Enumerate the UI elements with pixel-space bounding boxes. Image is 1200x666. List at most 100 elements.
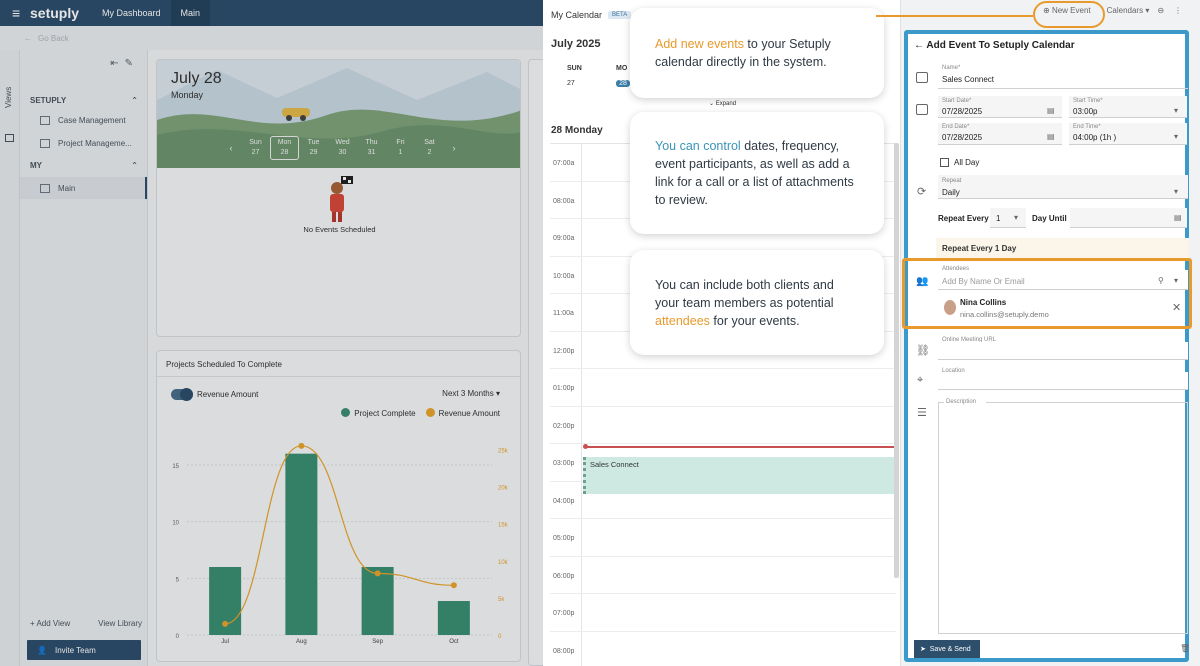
week-strip: ‹ Sun 27 Mon 28 Tue 29 Wed 30 Thu 31 Fri 1 Sat 2 › [221,136,464,160]
y-tick-label-right: 15k [498,523,509,529]
sidebar-item-project-management[interactable]: Project Manageme... [20,132,147,154]
tab-main[interactable]: Main [170,0,211,26]
project-icon [40,138,50,148]
more-icon[interactable]: ⋮ [1174,6,1182,15]
sidebar-controls: ⇤✎ [110,58,139,69]
tooltip-control: You can control dates, frequency, event … [630,112,884,234]
arrow-left-icon[interactable]: ← [914,40,924,51]
y-tick-label-right: 25k [498,449,509,455]
chevron-right-icon[interactable]: › [444,143,464,153]
sidebar-footer: + Add View View Library [30,619,142,628]
week-day-wed[interactable]: Wed 30 [328,138,357,158]
revenue-point [222,620,229,627]
date-cell[interactable]: 27 [567,80,616,87]
hour-label: 06:00p [553,572,575,580]
date-cell-selected[interactable]: 28 [616,80,630,87]
date-picker-icon[interactable]: ▤ [1047,106,1055,115]
grid-icon [40,183,50,193]
chevron-up-icon[interactable]: ⌃ [131,96,138,105]
date-picker-icon[interactable]: ▤ [1047,132,1055,141]
name-input[interactable]: Sales Connect [942,75,994,84]
views-label[interactable]: Views [4,87,13,108]
panel-icon[interactable] [5,134,14,142]
chevron-down-icon[interactable]: ▾ [1174,106,1178,115]
date-picker-icon[interactable]: ▤ [1174,213,1182,222]
dow-label: SUN [567,65,582,72]
y-tick-label-left: 10 [172,521,179,527]
week-day-sun[interactable]: Sun 27 [241,138,270,158]
repeat-summary: Repeat Every 1 Day [936,238,1189,260]
week-day-tue[interactable]: Tue 29 [299,138,328,158]
y-tick-label-right: 10k [498,560,509,566]
chevron-left-icon[interactable]: ‹ [221,143,241,153]
scrollbar[interactable] [894,143,899,578]
collapse-icon[interactable]: ⇤ [110,58,124,69]
add-view-button[interactable]: + Add View [30,619,70,628]
link-icon[interactable]: ⊖ [1157,6,1164,15]
chevron-down-icon[interactable]: ▾ [1174,132,1178,141]
tab-my-dashboard[interactable]: My Dashboard [92,0,171,26]
save-send-button[interactable]: ➤ Save & Send [914,640,980,658]
week-day-number: 27 [251,149,260,156]
calendars-dropdown[interactable]: Calendars ▾ [1107,6,1150,15]
hour-label: 07:00p [553,610,575,617]
sidebar-item-case-management[interactable]: Case Management [20,109,147,131]
go-back-link[interactable]: Go Back [38,34,69,43]
week-day-fri[interactable]: Fri 1 [386,138,415,158]
divider [938,88,1188,89]
repeat-icon: ⟳ [917,186,927,198]
hour-row[interactable]: 06:00p [550,556,896,594]
meeting-url-input[interactable] [938,342,1188,360]
hour-row[interactable]: 07:00p [550,594,896,632]
tooltip-add-events: Add new events to your Setuply calendar … [630,8,884,98]
invite-team-button[interactable]: 👤 Invite Team [27,640,141,660]
hour-label: 08:00p [553,647,575,655]
hour-row[interactable]: 01:00p [550,369,896,407]
pin-icon[interactable]: ✎ [125,58,139,69]
sidebar-item-main[interactable]: Main [20,177,147,199]
hour-label: 11:00a [553,310,574,317]
chevron-up-icon[interactable]: ⌃ [131,161,138,170]
sidebar: ⇤✎ SETUPLY ⌃ Case Management Project Mana… [20,50,148,666]
repeat-field[interactable] [938,175,1188,199]
new-event-button[interactable]: ⊕ New Event [1043,6,1091,15]
day-until-label: Day Until [1032,214,1067,223]
arrow-left-icon[interactable]: ← [24,34,32,43]
app-logo[interactable]: setuply [30,5,92,21]
calendar-month: July 2025 [551,38,601,50]
hour-row[interactable]: 02:00p [550,406,896,444]
location-input[interactable] [938,372,1188,390]
revenue-point [450,582,457,589]
view-library-link[interactable]: View Library [98,619,142,628]
week-day-name: Tue [307,139,320,146]
secondary-card-edge [528,59,543,666]
calendar-event[interactable]: Sales Connect [583,457,894,494]
week-day-number: 28 [280,149,289,156]
chevron-down-icon[interactable]: ▾ [1014,213,1018,222]
chevron-down-icon[interactable]: ▾ [1174,187,1178,196]
all-day-checkbox[interactable] [940,158,949,167]
hour-label: 04:00p [553,497,575,505]
week-day-sat[interactable]: Sat 2 [415,138,444,158]
end-date-label: End Date* [942,124,970,130]
hour-row[interactable]: 05:00p [550,519,896,557]
description-textarea[interactable] [938,402,1188,634]
sidebar-item-label: Project Manageme... [58,138,132,148]
x-tick-label: Oct [449,639,459,645]
hamburger-icon[interactable]: ≡ [12,5,26,21]
calendar-icon [916,72,928,83]
week-day-mon[interactable]: Mon 28 [270,136,299,160]
section-my[interactable]: MY ⌃ [30,161,138,170]
hour-row[interactable]: 08:00p [550,631,896,666]
hour-label: 10:00a [553,272,575,280]
briefcase-icon [40,115,50,125]
expand-button[interactable]: ⌄ Expand [709,100,736,107]
week-day-thu[interactable]: Thu 31 [357,138,386,158]
trash-icon[interactable]: 🗑 [1180,644,1190,653]
hour-label: 07:00a [553,160,575,167]
car-icon [282,108,310,121]
day-until-field[interactable] [1070,208,1187,228]
revenue-point [374,570,381,577]
section-setuply[interactable]: SETUPLY ⌃ [30,96,138,105]
calendar-title: My Calendar [551,10,603,20]
